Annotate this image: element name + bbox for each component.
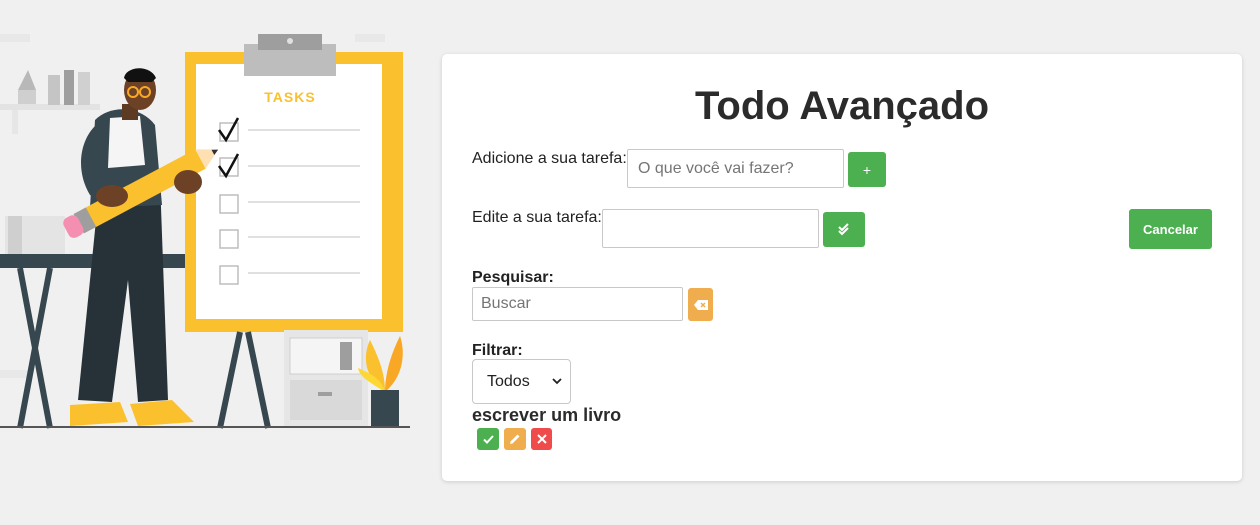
- remove-todo-button[interactable]: [531, 428, 552, 450]
- cancel-edit-button[interactable]: Cancelar: [1129, 209, 1212, 249]
- check-icon: [482, 434, 494, 444]
- person-with-task-board-illustration: TASKS: [0, 34, 410, 429]
- board-heading: TASKS: [264, 89, 315, 105]
- todo-card: Todo Avançado Adicione a sua tarefa: + E…: [442, 54, 1242, 481]
- confirm-edit-button[interactable]: [823, 212, 865, 247]
- close-icon: [536, 434, 547, 444]
- todo-item-title: escrever um livro: [472, 405, 622, 425]
- search-label: Pesquisar:: [472, 269, 554, 286]
- filter-label: Filtrar:: [472, 342, 523, 359]
- hero-illustration: TASKS: [0, 30, 420, 430]
- double-check-icon: [838, 222, 849, 235]
- pencil-icon: [510, 434, 520, 444]
- add-task-button[interactable]: +: [848, 152, 886, 187]
- add-task-input[interactable]: [627, 149, 844, 188]
- add-task-label: Adicione a sua tarefa:: [472, 150, 627, 167]
- page-title: Todo Avançado: [694, 84, 990, 128]
- chevron-down-icon: [552, 378, 562, 385]
- clear-search-button[interactable]: [688, 288, 713, 321]
- edit-task-label: Edite a sua tarefa:: [472, 209, 602, 226]
- edit-task-input[interactable]: [602, 209, 819, 248]
- edit-todo-button[interactable]: [504, 428, 526, 450]
- backspace-icon: [693, 299, 708, 310]
- search-input[interactable]: [472, 287, 683, 321]
- filter-selected-value: Todos: [487, 372, 530, 390]
- finish-todo-button[interactable]: [477, 428, 499, 450]
- filter-select[interactable]: Todos: [472, 359, 571, 404]
